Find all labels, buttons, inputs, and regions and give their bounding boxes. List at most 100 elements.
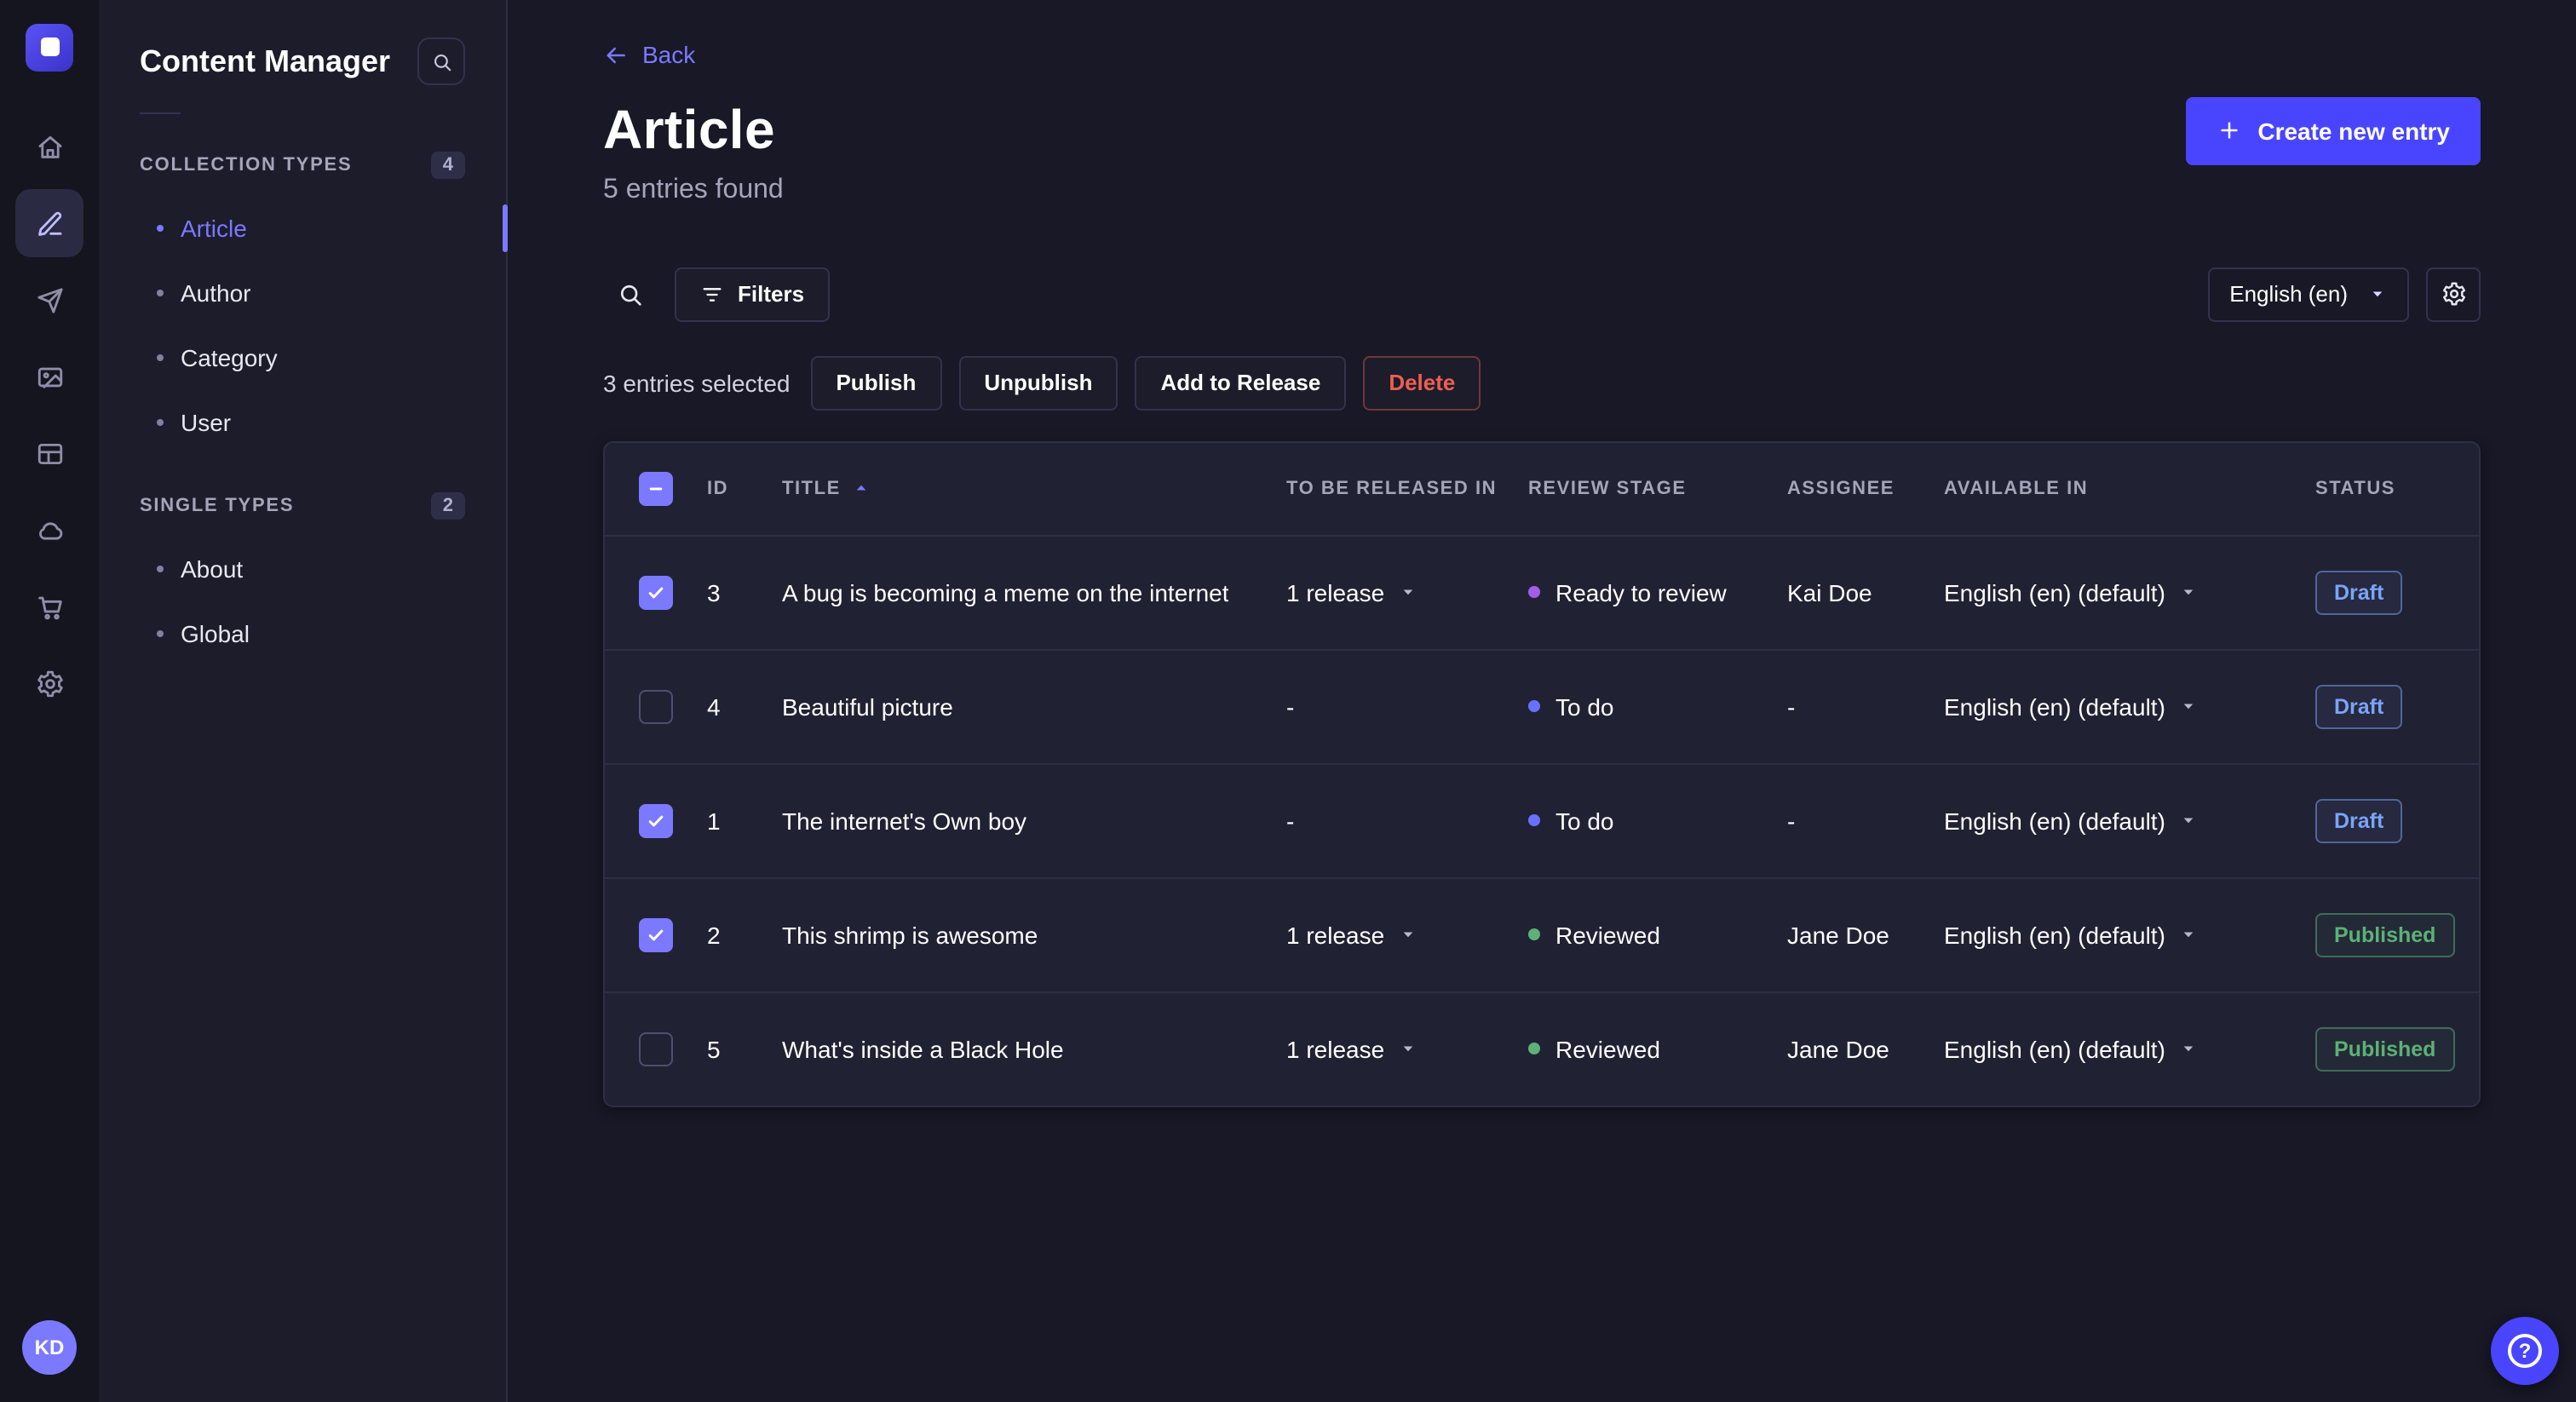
bullet-icon [157,630,164,637]
sidebar-search-button[interactable] [417,37,465,85]
filters-button[interactable]: Filters [675,267,831,321]
search-button[interactable] [603,267,658,321]
sidebar-item-category[interactable]: Category [99,325,506,390]
review-stage-label: Reviewed [1555,921,1660,948]
unpublish-button[interactable]: Unpublish [958,355,1118,410]
create-entry-button[interactable]: Create new entry [2186,96,2481,164]
nav-marketplace-button[interactable] [15,572,83,641]
nav-releases-button[interactable] [15,266,83,334]
bullet-icon [157,566,164,572]
sidebar-item-global[interactable]: Global [99,601,506,666]
delete-button[interactable]: Delete [1363,355,1481,410]
sidebar-item-article[interactable]: Article [99,196,508,261]
entry-id: 3 [707,578,721,606]
column-header-title[interactable]: TITLE [782,478,1286,498]
row-checkbox-cell [605,689,707,723]
sidebar-section-label: COLLECTION TYPES [140,155,353,175]
locale-cell[interactable]: English (en) (default) [1944,807,2315,834]
row-checkbox[interactable] [639,1031,673,1066]
bullet-icon [157,354,164,361]
status-cell: Published [2315,912,2479,957]
locale-select[interactable]: English (en) [2207,267,2409,321]
column-header-to-be-released-in[interactable]: TO BE RELEASED IN [1286,478,1528,498]
search-icon [617,280,644,307]
caret-down-icon [2179,925,2198,944]
table-row[interactable]: 1 The internet's Own boy - To do - English (e… [605,762,2479,876]
back-link[interactable]: Back [603,41,695,68]
locale-cell[interactable]: English (en) (default) [1944,578,2315,606]
locale-cell[interactable]: English (en) (default) [1944,921,2315,948]
locale-cell[interactable]: English (en) (default) [1944,692,2315,720]
release-cell[interactable]: 1 release [1286,921,1528,948]
sidebar-item-label: Author [181,279,251,307]
bullet-icon [157,419,164,426]
status-cell: Draft [2315,684,2479,728]
status-badge: Published [2315,912,2455,957]
sidebar-item-label: Category [181,344,278,371]
nav-settings-button[interactable] [15,649,83,717]
page-header: Article Create new entry [603,96,2481,164]
entry-title: Beautiful picture [782,692,1286,720]
nav-content-manager-button[interactable] [15,189,83,257]
sidebar-section-header: SINGLE TYPES 2 [99,492,506,520]
question-icon: ? [2508,1334,2542,1368]
nav-home-button[interactable] [15,112,83,181]
entry-title-text: The internet's Own boy [782,807,1027,834]
sidebar-section: COLLECTION TYPES 4 Article Author Category Us… [99,152,508,455]
table-row[interactable]: 4 Beautiful picture - To do - English (en) (d… [605,648,2479,762]
row-checkbox[interactable] [639,917,673,951]
column-header-available-in[interactable]: AVAILABLE IN [1944,478,2315,498]
table-row[interactable]: 5 What's inside a Black Hole 1 release Revi… [605,991,2479,1105]
plus-icon [2217,118,2242,143]
user-avatar[interactable]: KD [22,1320,77,1375]
gear-icon [2441,281,2466,307]
release-cell[interactable]: 1 release [1286,578,1528,606]
releases-icon [35,285,64,314]
status-cell: Draft [2315,798,2479,842]
select-all-checkbox[interactable] [639,471,673,505]
entry-id: 4 [707,692,721,720]
nav-media-library-button[interactable] [15,342,83,411]
arrow-left-icon [603,42,629,67]
sidebar-item-user[interactable]: User [99,390,506,455]
screen: KD Content Manager COLLECTION TYPES 4 Arti… [0,0,2576,1402]
marketplace-icon [35,592,64,621]
status-badge: Published [2315,1026,2455,1071]
column-label: REVIEW STAGE [1528,478,1687,498]
sidebar-item-label: Global [181,620,250,647]
locale-cell[interactable]: English (en) (default) [1944,1035,2315,1062]
entry-title-text: What's inside a Black Hole [782,1035,1064,1062]
row-checkbox[interactable] [639,803,673,837]
select-all-cell [605,471,707,505]
row-checkbox[interactable] [639,575,673,609]
review-stage-label: Ready to review [1555,578,1727,606]
status-badge: Draft [2315,684,2403,728]
release-cell[interactable]: 1 release [1286,1035,1528,1062]
sidebar-item-author[interactable]: Author [99,261,506,325]
column-label: STATUS [2315,478,2395,498]
row-checkbox-cell [605,575,707,609]
nav-cloud-button[interactable] [15,496,83,564]
stage-dot-icon [1528,1043,1540,1054]
bullet-icon [157,290,164,296]
assignee-cell: Kai Doe [1787,578,1872,606]
column-label: ASSIGNEE [1787,478,1895,498]
publish-button[interactable]: Publish [810,355,942,410]
table-row[interactable]: 3 A bug is becoming a meme on the interne… [605,534,2479,648]
table-row[interactable]: 2 This shrimp is awesome 1 release Reviewed… [605,876,2479,991]
search-icon [430,50,452,72]
sidebar-item-about[interactable]: About [99,537,506,601]
column-header-id[interactable]: ID [707,478,782,498]
assignee-cell: - [1787,692,1796,720]
view-settings-button[interactable] [2426,267,2481,321]
column-header-assignee[interactable]: ASSIGNEE [1787,478,1944,498]
caret-down-icon [2179,583,2198,601]
review-stage-label: To do [1555,692,1614,720]
column-header-status[interactable]: STATUS [2315,478,2479,498]
nav-content-type-builder-button[interactable] [15,419,83,487]
help-button[interactable]: ? [2491,1317,2559,1385]
row-checkbox[interactable] [639,689,673,723]
strapi-logo[interactable] [26,24,73,72]
column-header-review-stage[interactable]: REVIEW STAGE [1528,478,1787,498]
add-to-release-button[interactable]: Add to Release [1135,355,1347,410]
